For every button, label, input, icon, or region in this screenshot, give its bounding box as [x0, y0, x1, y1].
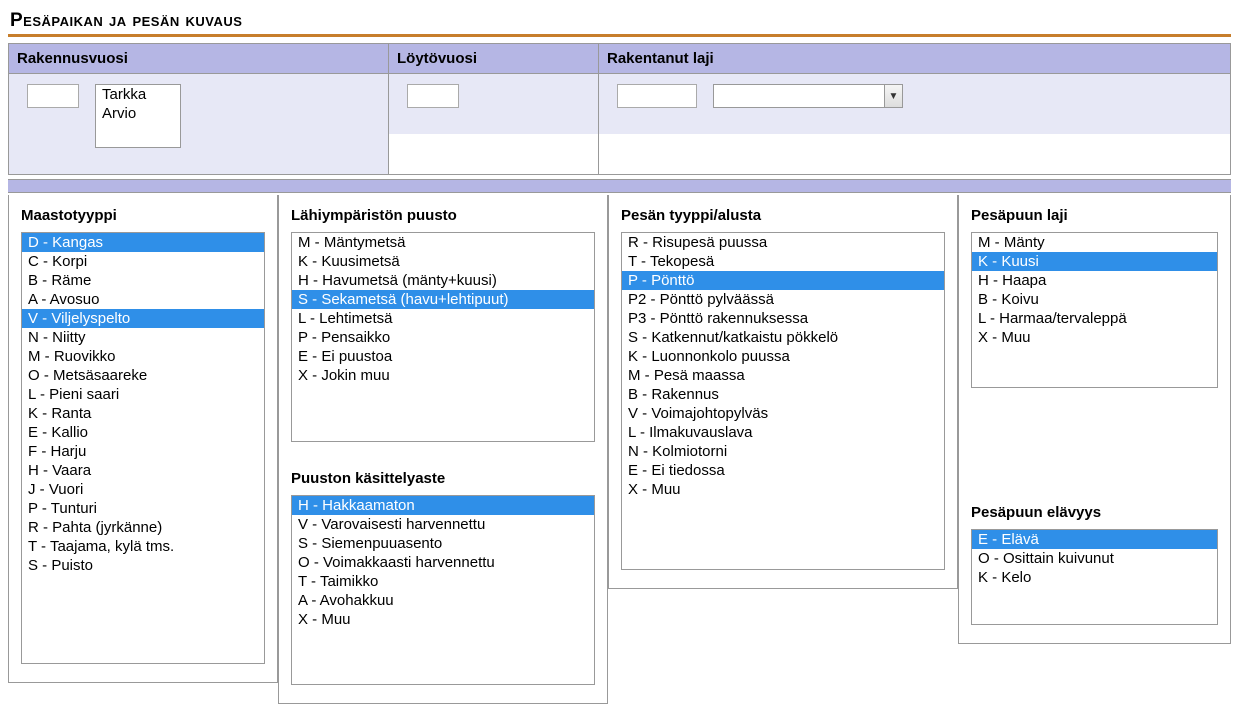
- list-item[interactable]: L - Harmaa/tervaleppä: [972, 309, 1217, 328]
- list-item[interactable]: K - Kelo: [972, 568, 1217, 587]
- kasittely-label: Puuston käsittelyaste: [291, 470, 595, 487]
- col-pesapuu: Pesäpuun laji M - MäntyK - KuusiH - Haap…: [958, 195, 1231, 644]
- list-item[interactable]: F - Harju: [22, 442, 264, 461]
- list-item[interactable]: J - Vuori: [22, 480, 264, 499]
- kasittely-list[interactable]: H - HakkaamatonV - Varovaisesti harvenne…: [291, 495, 595, 685]
- list-item[interactable]: E - Elävä: [972, 530, 1217, 549]
- list-item[interactable]: H - Vaara: [22, 461, 264, 480]
- list-item[interactable]: H - Havumetsä (mänty+kuusi): [292, 271, 594, 290]
- elavyys-label: Pesäpuun elävyys: [971, 504, 1218, 521]
- list-item[interactable]: X - Muu: [292, 610, 594, 629]
- section-title: Pesäpaikan ja pesän kuvaus: [8, 8, 1231, 37]
- loytovuosi-label: Löytövuosi: [389, 44, 598, 74]
- divider: [8, 179, 1231, 193]
- pesatyyppi-list[interactable]: R - Risupesä puussaT - TekopesäP - Pöntt…: [621, 232, 945, 570]
- list-item[interactable]: E - Kallio: [22, 423, 264, 442]
- list-item[interactable]: O - Osittain kuivunut: [972, 549, 1217, 568]
- list-item[interactable]: A - Avohakkuu: [292, 591, 594, 610]
- col-maastotyyppi: Maastotyyppi D - KangasC - KorpiB - Räme…: [8, 195, 278, 683]
- list-item[interactable]: O - Voimakkaasti harvennettu: [292, 553, 594, 572]
- list-item[interactable]: N - Kolmiotorni: [622, 442, 944, 461]
- maastotyyppi-list[interactable]: D - KangasC - KorpiB - RämeA - AvosuoV -…: [21, 232, 265, 664]
- loytovuosi-input[interactable]: [407, 84, 459, 108]
- list-item[interactable]: D - Kangas: [22, 233, 264, 252]
- list-item[interactable]: M - Mäntymetsä: [292, 233, 594, 252]
- rakennusvuosi-input[interactable]: [27, 84, 79, 108]
- list-item[interactable]: X - Muu: [972, 328, 1217, 347]
- rakentanut-laji-dropdown-value: [714, 85, 884, 107]
- list-item[interactable]: M - Pesä maassa: [622, 366, 944, 385]
- list-item[interactable]: T - Taajama, kylä tms.: [22, 537, 264, 556]
- list-item[interactable]: C - Korpi: [22, 252, 264, 271]
- list-item[interactable]: S - Siemenpuuasento: [292, 534, 594, 553]
- list-item[interactable]: N - Niitty: [22, 328, 264, 347]
- list-item[interactable]: B - Rakennus: [622, 385, 944, 404]
- pesapuu-label: Pesäpuun laji: [971, 207, 1218, 224]
- list-item[interactable]: S - Puisto: [22, 556, 264, 575]
- top-panel: Rakennusvuosi TarkkaArvio Löytövuosi Rak…: [8, 43, 1231, 175]
- list-item[interactable]: T - Taimikko: [292, 572, 594, 591]
- list-item[interactable]: P - Pensaikko: [292, 328, 594, 347]
- rakentanut-laji-dropdown[interactable]: ▼: [713, 84, 903, 108]
- maastotyyppi-label: Maastotyyppi: [21, 207, 265, 224]
- list-item[interactable]: K - Ranta: [22, 404, 264, 423]
- list-item[interactable]: S - Katkennut/katkaistu pökkelö: [622, 328, 944, 347]
- list-item[interactable]: L - Lehtimetsä: [292, 309, 594, 328]
- list-item[interactable]: A - Avosuo: [22, 290, 264, 309]
- col-pesatyyppi: Pesän tyyppi/alusta R - Risupesä puussaT…: [608, 195, 958, 589]
- list-item[interactable]: X - Jokin muu: [292, 366, 594, 385]
- list-item[interactable]: B - Koivu: [972, 290, 1217, 309]
- rakennusvuosi-label: Rakennusvuosi: [9, 44, 388, 74]
- rakennusvuosi-precision-list[interactable]: TarkkaArvio: [95, 84, 181, 148]
- list-item[interactable]: M - Ruovikko: [22, 347, 264, 366]
- list-item[interactable]: E - Ei tiedossa: [622, 461, 944, 480]
- list-item[interactable]: B - Räme: [22, 271, 264, 290]
- list-item[interactable]: H - Hakkaamaton: [292, 496, 594, 515]
- list-item[interactable]: R - Pahta (jyrkänne): [22, 518, 264, 537]
- list-item[interactable]: R - Risupesä puussa: [622, 233, 944, 252]
- pesatyyppi-label: Pesän tyyppi/alusta: [621, 207, 945, 224]
- list-item[interactable]: H - Haapa: [972, 271, 1217, 290]
- pesapuu-list[interactable]: M - MäntyK - KuusiH - HaapaB - KoivuL - …: [971, 232, 1218, 388]
- list-item[interactable]: K - Kuusi: [972, 252, 1217, 271]
- list-item[interactable]: L - Ilmakuvauslava: [622, 423, 944, 442]
- list-item[interactable]: V - Varovaisesti harvennettu: [292, 515, 594, 534]
- columns: Maastotyyppi D - KangasC - KorpiB - Räme…: [8, 193, 1231, 704]
- list-item[interactable]: P3 - Pönttö rakennuksessa: [622, 309, 944, 328]
- list-item[interactable]: P - Tunturi: [22, 499, 264, 518]
- list-item[interactable]: L - Pieni saari: [22, 385, 264, 404]
- list-item[interactable]: Tarkka: [96, 85, 180, 104]
- list-item[interactable]: V - Voimajohtopylväs: [622, 404, 944, 423]
- list-item[interactable]: P2 - Pönttö pylväässä: [622, 290, 944, 309]
- list-item[interactable]: O - Metsäsaareke: [22, 366, 264, 385]
- list-item[interactable]: K - Kuusimetsä: [292, 252, 594, 271]
- puusto-list[interactable]: M - MäntymetsäK - KuusimetsäH - Havumets…: [291, 232, 595, 442]
- list-item[interactable]: S - Sekametsä (havu+lehtipuut): [292, 290, 594, 309]
- list-item[interactable]: X - Muu: [622, 480, 944, 499]
- puusto-label: Lähiympäristön puusto: [291, 207, 595, 224]
- list-item[interactable]: K - Luonnonkolo puussa: [622, 347, 944, 366]
- list-item[interactable]: E - Ei puustoa: [292, 347, 594, 366]
- list-item[interactable]: M - Mänty: [972, 233, 1217, 252]
- list-item[interactable]: Arvio: [96, 104, 180, 123]
- col-puusto: Lähiympäristön puusto M - MäntymetsäK - …: [278, 195, 608, 704]
- chevron-down-icon: ▼: [884, 85, 902, 107]
- list-item[interactable]: V - Viljelyspelto: [22, 309, 264, 328]
- rakentanut-laji-code-input[interactable]: [617, 84, 697, 108]
- rakentanut-laji-label: Rakentanut laji: [599, 44, 1230, 74]
- list-item[interactable]: T - Tekopesä: [622, 252, 944, 271]
- elavyys-list[interactable]: E - EläväO - Osittain kuivunutK - Kelo: [971, 529, 1218, 625]
- list-item[interactable]: P - Pönttö: [622, 271, 944, 290]
